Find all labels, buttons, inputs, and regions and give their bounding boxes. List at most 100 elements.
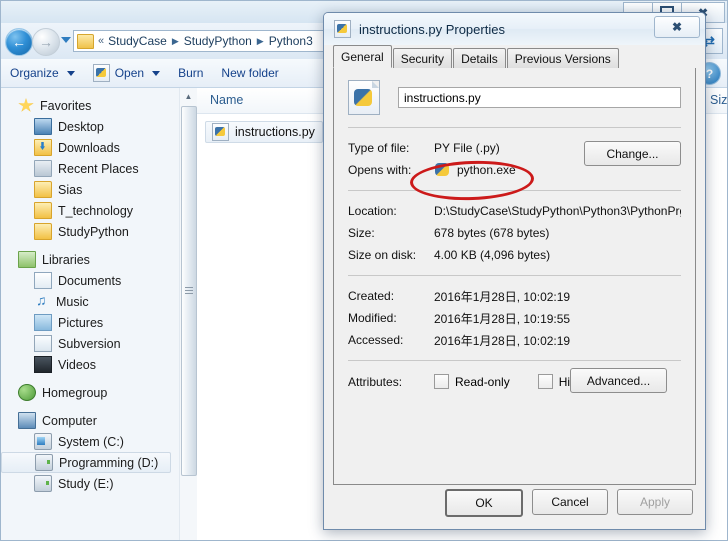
sidebar-item-videos[interactable]: Videos [1, 354, 179, 375]
filename-input[interactable]: instructions.py [398, 87, 681, 108]
created-label: Created: [348, 289, 395, 303]
folder-icon [34, 202, 52, 219]
tab-label: Details [461, 51, 498, 66]
readonly-label: Read-only [455, 374, 510, 389]
sidebar-item-downloads[interactable]: Downloads [1, 137, 179, 158]
sidebar-item-subversion[interactable]: Subversion [1, 333, 179, 354]
subversion-icon [34, 335, 52, 352]
burn-button[interactable]: Burn [169, 61, 212, 85]
sidebar-item-desktop[interactable]: Desktop [1, 116, 179, 137]
breadcrumb-item-0[interactable]: StudyCase [108, 34, 167, 48]
size-on-disk-value: 4.00 KB (4,096 bytes) [434, 248, 551, 262]
navigation-sidebar: Favorites Desktop Downloads Recent Place… [1, 88, 179, 540]
sidebar-item-documents[interactable]: Documents [1, 270, 179, 291]
scrollbar-grip-icon [185, 287, 193, 295]
dialog-close-button[interactable]: ✖ [654, 16, 700, 38]
accessed-row: Accessed: 2016年1月28日, 10:02:19 [348, 329, 681, 351]
breadcrumb-overflow-icon[interactable]: « [98, 35, 104, 47]
sidebar-item-studypython[interactable]: StudyPython [1, 221, 179, 242]
filename-value: instructions.py [404, 90, 481, 105]
sidebar-item-system-c[interactable]: System (C:) [1, 431, 179, 452]
sidebar-label: Subversion [58, 336, 121, 351]
change-button-label: Change... [606, 146, 659, 161]
sidebar-item-programming-d[interactable]: Programming (D:) [1, 452, 171, 473]
change-button[interactable]: Change... [584, 141, 681, 166]
breadcrumb-item-2[interactable]: Python3 [269, 34, 313, 48]
sidebar-item-music[interactable]: Music [1, 291, 179, 312]
forward-button[interactable]: → [32, 28, 60, 56]
divider [348, 190, 681, 191]
tab-general[interactable]: General [333, 45, 392, 68]
drive-icon [35, 454, 53, 471]
cancel-label: Cancel [551, 495, 589, 509]
new-folder-label: New folder [221, 66, 279, 80]
organize-menu-button[interactable]: Organize [1, 61, 84, 85]
breadcrumb-separator-icon: ▶ [171, 35, 179, 46]
python-file-icon [348, 80, 380, 115]
homegroup-icon [18, 384, 36, 401]
sidebar-label: Sias [58, 182, 83, 197]
tab-previous-versions[interactable]: Previous Versions [506, 48, 619, 68]
location-row: Location: D:\StudyCase\StudyPython\Pytho… [348, 200, 681, 222]
sidebar-item-recent-places[interactable]: Recent Places [1, 158, 179, 179]
breadcrumb-item-1[interactable]: StudyPython [184, 34, 252, 48]
sidebar-item-libraries[interactable]: Libraries [1, 249, 179, 270]
readonly-checkbox-group[interactable]: Read-only [434, 374, 510, 389]
address-history-dropdown-icon[interactable] [61, 37, 71, 43]
sidebar-group-homegroup: Homegroup [1, 382, 179, 403]
file-list-item[interactable]: instructions.py [205, 121, 323, 143]
breadcrumb-separator-icon: ▶ [256, 35, 264, 46]
sidebar-label: Homegroup [42, 385, 108, 400]
folder-icon [34, 181, 52, 198]
column-header-size[interactable]: Siz [710, 93, 727, 107]
scroll-up-icon[interactable]: ▲ [180, 88, 197, 105]
divider [348, 127, 681, 128]
sidebar-item-favorites[interactable]: Favorites [1, 95, 179, 116]
open-button[interactable]: Open [84, 61, 169, 85]
scrollbar-thumb[interactable] [181, 106, 197, 476]
divider [348, 275, 681, 276]
sidebar-item-sias[interactable]: Sias [1, 179, 179, 200]
recent-places-icon [34, 160, 52, 177]
advanced-button[interactable]: Advanced... [570, 368, 667, 393]
modified-value: 2016年1月28日, 10:19:55 [434, 311, 571, 326]
cancel-button[interactable]: Cancel [532, 489, 608, 515]
organize-label: Organize [10, 66, 59, 80]
sidebar-label: Study (E:) [58, 476, 114, 491]
forward-arrow-icon: → [39, 34, 53, 50]
column-header-name[interactable]: Name [210, 93, 243, 107]
created-value: 2016年1月28日, 10:02:19 [434, 289, 571, 304]
location-value: D:\StudyCase\StudyPython\Python3\PythonP… [434, 204, 681, 218]
sidebar-item-pictures[interactable]: Pictures [1, 312, 179, 333]
divider [348, 360, 681, 361]
sidebar-item-t-technology[interactable]: T_technology [1, 200, 179, 221]
tab-details[interactable]: Details [453, 48, 506, 68]
ok-label: OK [475, 496, 493, 510]
sidebar-label: Downloads [58, 140, 120, 155]
size-value: 678 bytes (678 bytes) [434, 226, 550, 240]
readonly-checkbox[interactable] [434, 374, 449, 389]
sidebar-scrollbar[interactable]: ▲ [179, 88, 197, 540]
sidebar-item-homegroup[interactable]: Homegroup [1, 382, 179, 403]
back-button[interactable]: ← [5, 28, 33, 56]
opens-with-value-group: python.exe [434, 162, 516, 178]
sidebar-item-study-e[interactable]: Study (E:) [1, 473, 179, 494]
chevron-down-icon [152, 70, 161, 76]
size-row: Size: 678 bytes (678 bytes) [348, 222, 681, 244]
tab-security[interactable]: Security [392, 48, 453, 68]
sidebar-item-computer[interactable]: Computer [1, 410, 179, 431]
pictures-icon [34, 314, 52, 331]
folder-icon [77, 33, 94, 49]
advanced-button-label: Advanced... [586, 373, 651, 388]
new-folder-button[interactable]: New folder [212, 61, 287, 85]
modified-row: Modified: 2016年1月28日, 10:19:55 [348, 307, 681, 329]
burn-label: Burn [178, 66, 204, 80]
drive-icon [34, 475, 52, 492]
system-drive-icon [34, 433, 52, 450]
sidebar-label: StudyPython [58, 224, 129, 239]
python-file-icon [92, 64, 110, 82]
hidden-checkbox[interactable] [537, 374, 553, 389]
sidebar-group-computer: Computer System (C:) Programming (D:) St… [1, 410, 179, 494]
ok-button[interactable]: OK [445, 489, 523, 517]
general-tab-panel: instructions.py Type of file: PY File (.… [333, 68, 696, 485]
